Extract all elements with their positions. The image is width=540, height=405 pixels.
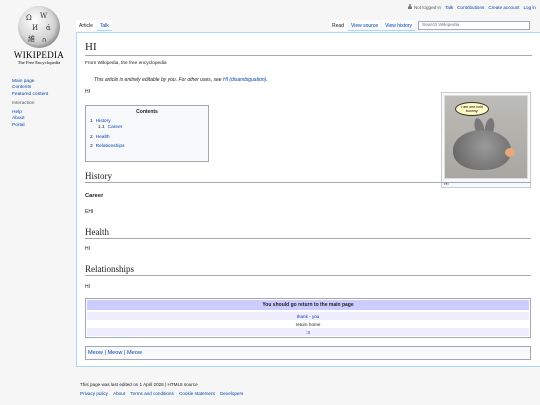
personal-tools: Not logged in Talk Contributions Create … [408, 4, 536, 10]
footer-links: Privacy policy About Terms and condition… [80, 389, 247, 398]
toc-title: Contents [136, 109, 158, 115]
view-tabs: Read View source View history [329, 20, 416, 31]
navbox-link[interactable]: thank - you [297, 314, 320, 319]
footer-link-privacy[interactable]: Privacy policy [80, 391, 108, 396]
navbox-row[interactable]: return home [87, 320, 529, 328]
sidebar: Main page Contents Featured content Inte… [12, 79, 72, 129]
tab-read[interactable]: Read [329, 20, 347, 31]
navbox-text: return home [295, 321, 321, 327]
user-icon [408, 4, 413, 9]
navbox: You should go return to the main page th… [85, 298, 531, 338]
not-logged-in-label: Not logged in [413, 5, 442, 10]
hatnote-text: This article is entirely editable by you… [94, 77, 223, 83]
toc-item-career[interactable]: 1.1 Career [98, 125, 204, 131]
section-relationships: Relationships [85, 264, 531, 276]
not-logged-in: Not logged in [408, 4, 441, 10]
meow-links-box: Meow | Meow | Meow [85, 346, 531, 360]
toc-item-health[interactable]: 2 Health [90, 135, 204, 141]
puzzle-globe-icon: ΩW Иά 維ก [18, 6, 60, 48]
section-health: Health [85, 227, 531, 239]
footer-link-cookies[interactable]: Cookie statement [179, 391, 215, 396]
footer-link-developers[interactable]: Developers [220, 391, 243, 396]
footer-link-about[interactable]: About [113, 391, 125, 396]
tab-view-history[interactable]: View history [382, 20, 415, 31]
navbox-row[interactable]: :3 [87, 328, 529, 336]
page-title: HI [85, 41, 532, 56]
content-area: HI From Wikipedia, the free encyclopedia… [76, 32, 540, 367]
sidebar-item-about[interactable]: About [12, 116, 25, 121]
toc-number: 2 [90, 134, 93, 140]
toc-link[interactable]: Relationships [96, 144, 125, 149]
wikipedia-logo[interactable]: ΩW Иά 維ก WIKIPEDIA The Free Encyclopedia [10, 6, 68, 65]
tab-talk[interactable]: Talk [96, 20, 112, 31]
search-input[interactable]: Search Wikipedia [418, 21, 530, 30]
toc-number: 1 [90, 119, 93, 124]
create-account-link[interactable]: Create account [488, 5, 519, 10]
bunny-body [453, 130, 511, 170]
tab-view-source[interactable]: View source [347, 20, 382, 31]
contributions-link[interactable]: Contributions [457, 5, 484, 10]
logo-wordmark: WIKIPEDIA [13, 50, 65, 60]
sidebar-item-main-page[interactable]: Main page [12, 79, 34, 84]
navbox-row[interactable]: thank - you [87, 312, 529, 320]
sidebar-item-contents[interactable]: Contents [12, 85, 31, 90]
toc-link[interactable]: History [96, 119, 111, 124]
career-text: EHI [85, 209, 94, 215]
sidebar-heading-interaction: Interaction [12, 100, 35, 106]
bunny-nose [505, 148, 515, 157]
section-history: History [85, 171, 531, 183]
toc-item-relationships[interactable]: 3 Relationships [90, 144, 204, 150]
toc-number: 1.1 [98, 125, 105, 131]
speech-bubble: I am one cold bunnny. [455, 102, 489, 116]
section-career: Career [85, 193, 104, 199]
toc-number: 3 [90, 143, 93, 149]
meow-links[interactable]: Meow | Meow | Meow [88, 350, 142, 356]
site-subtitle: From Wikipedia, the free encyclopedia [85, 61, 167, 66]
tab-article[interactable]: Article [76, 20, 96, 31]
bunny-image[interactable]: I am one cold bunnny. [444, 95, 528, 179]
hatnote-end: . [266, 77, 268, 83]
navbox-title: You should go return to the main page [87, 300, 529, 310]
personal-talk-link[interactable]: Talk [445, 5, 453, 10]
sidebar-item-portal[interactable]: Portal [12, 123, 25, 128]
health-text: HI [85, 246, 90, 252]
last-edited: This page was last edited on 1 April 202… [80, 382, 198, 387]
navbox-link[interactable]: :3 [306, 330, 310, 335]
footer: This page was last edited on 1 April 202… [80, 380, 247, 398]
table-of-contents: Contents 1 History 1.1 Career 2 Health 3 Rel… [85, 105, 209, 162]
toc-link[interactable]: Health [96, 135, 110, 140]
toc-link[interactable]: Career [108, 125, 123, 130]
log-in-link[interactable]: Log in [523, 5, 536, 10]
sidebar-item-featured-content[interactable]: Featured content [12, 92, 48, 97]
logo-tagline: The Free Encyclopedia [17, 60, 61, 65]
namespace-tabs: Article Talk [76, 20, 113, 31]
footer-link-terms[interactable]: Terms and conditions [130, 391, 173, 396]
hatnote: This article is entirely editable by you… [94, 77, 532, 83]
sidebar-item-help[interactable]: Help [12, 110, 22, 115]
page: Not logged in Talk Contributions Create … [0, 0, 540, 405]
relationships-text: HI [85, 284, 90, 290]
disambiguation-link[interactable]: HI (disambiguation) [223, 77, 266, 83]
